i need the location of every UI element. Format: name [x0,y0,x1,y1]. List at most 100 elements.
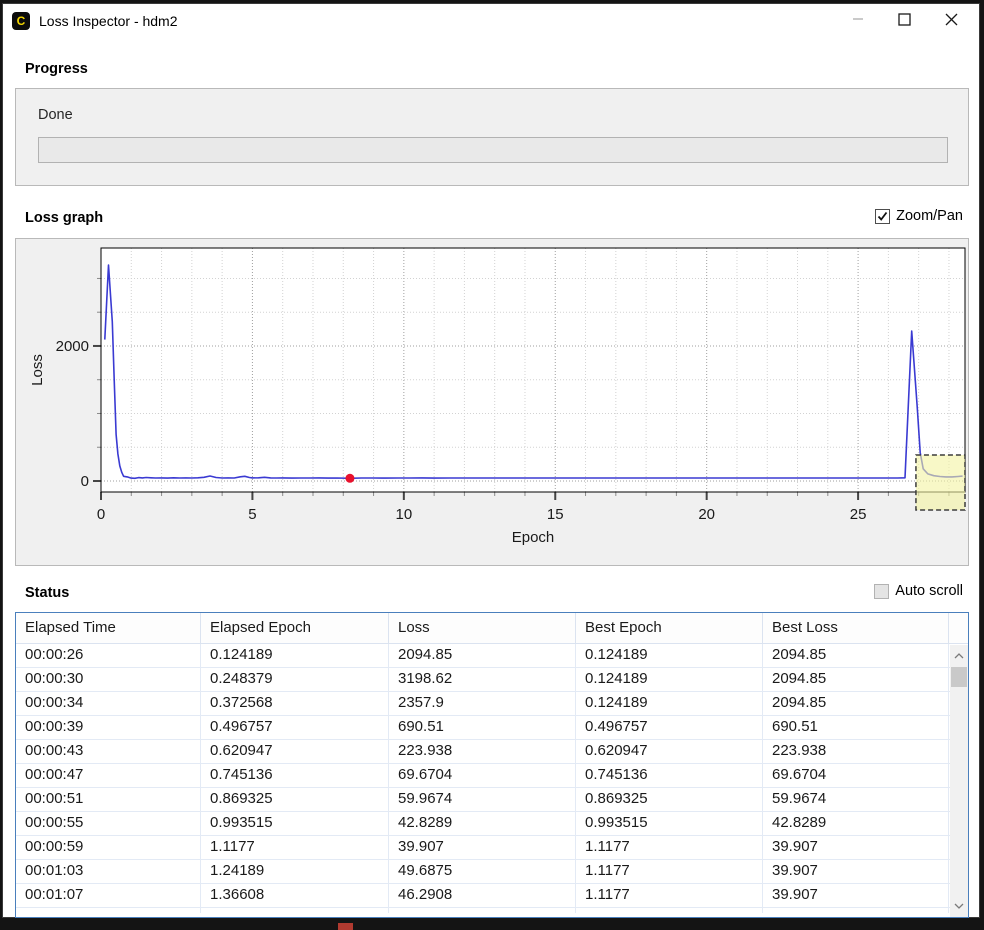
window-title: Loss Inspector - hdm2 [39,4,178,38]
table-cell: 46.2908 [389,884,576,907]
table-row[interactable]: 00:00:510.86932559.96740.86932559.9674 [16,788,968,812]
x-tick-label: 15 [547,506,564,523]
checkbox-unchecked-icon [874,584,889,599]
column-header[interactable]: Elapsed Time [16,613,201,643]
table-cell: 3198.62 [389,668,576,691]
table-cell: 00:00:30 [16,668,201,691]
zoom-pan-label: Zoom/Pan [896,208,963,224]
table-cell: 0.869325 [201,788,389,811]
plot-area [101,248,965,492]
minimize-icon [852,13,864,25]
y-tick-label: 0 [81,473,89,490]
table-cell: 39.907 [763,908,949,913]
maximize-icon [898,13,911,26]
table-cell: 2357.9 [389,692,576,715]
table-cell: 00:01:03 [16,860,201,883]
table-cell: 0.620947 [576,740,763,763]
table-header-row: Elapsed TimeElapsed EpochLossBest EpochB… [16,613,968,644]
table-cell: 00:00:26 [16,644,201,667]
table-row[interactable]: 00:00:591.117739.9071.117739.907 [16,836,968,860]
table-cell: 2094.85 [389,644,576,667]
y-tick-label: 2000 [56,338,89,355]
table-cell: 0.372568 [201,692,389,715]
table-row[interactable]: 00:00:260.1241892094.850.1241892094.85 [16,644,968,668]
loss-graph-panel[interactable]: 051015202502000EpochLoss [15,238,969,566]
progress-section-label: Progress [25,61,88,77]
table-cell: 69.6704 [389,764,576,787]
column-header[interactable]: Elapsed Epoch [201,613,389,643]
table-row[interactable]: 00:00:550.99351542.82890.99351542.8289 [16,812,968,836]
table-cell: 1.1177 [201,836,389,859]
column-header[interactable]: Best Epoch [576,613,763,643]
x-tick-label: 20 [698,506,715,523]
table-cell: 223.938 [763,740,949,763]
auto-scroll-label: Auto scroll [895,583,963,599]
close-icon [945,13,958,26]
progress-status-text: Done [38,107,73,123]
loss-graph-section-label: Loss graph [25,210,103,226]
table-cell: 00:00:51 [16,788,201,811]
best-point-marker [345,474,354,483]
table-cell: 0.869325 [576,788,763,811]
title-bar[interactable]: C Loss Inspector - hdm2 [3,4,979,38]
table-cell: 690.51 [763,716,949,739]
table-cell: 1.1177 [576,860,763,883]
table-cell: 2094.85 [763,644,949,667]
chevron-up-icon [954,653,964,659]
table-cell: 1.36608 [201,884,389,907]
table-row[interactable]: 00:00:300.2483793198.620.1241892094.85 [16,668,968,692]
table-cell: 0.124189 [576,644,763,667]
table-scrollbar[interactable] [950,645,968,917]
table-cell: 69.6704 [763,764,949,787]
table-cell: 1.1177 [576,884,763,907]
table-cell: 00:00:47 [16,764,201,787]
close-button[interactable] [928,4,975,34]
table-row[interactable]: 00:01:111.4902751.91731.117739.907 [16,908,968,913]
minimize-button[interactable] [834,4,881,34]
scroll-down-button[interactable] [950,897,968,915]
table-row[interactable]: 00:00:340.3725682357.90.1241892094.85 [16,692,968,716]
app-window: C Loss Inspector - hdm2 Progress Done Lo… [2,3,980,918]
table-cell: 59.9674 [763,788,949,811]
table-cell: 00:00:55 [16,812,201,835]
table-cell: 00:01:11 [16,908,201,913]
column-header[interactable]: Loss [389,613,576,643]
table-body[interactable]: 00:00:260.1241892094.850.1241892094.8500… [16,644,968,913]
x-tick-label: 10 [395,506,412,523]
table-row[interactable]: 00:01:031.2418949.68751.117739.907 [16,860,968,884]
maximize-button[interactable] [881,4,928,34]
column-header[interactable]: Best Loss [763,613,949,643]
loss-chart[interactable]: 051015202502000EpochLoss [16,239,968,565]
zoom-selection-box[interactable] [916,455,965,510]
table-cell: 39.907 [763,836,949,859]
scroll-up-button[interactable] [950,647,968,665]
table-row[interactable]: 00:01:071.3660846.29081.117739.907 [16,884,968,908]
x-axis-title: Epoch [512,529,555,546]
table-cell: 0.620947 [201,740,389,763]
chevron-down-icon [954,903,964,909]
table-cell: 0.745136 [201,764,389,787]
table-cell: 42.8289 [763,812,949,835]
scrollbar-thumb[interactable] [951,667,967,687]
x-tick-label: 5 [248,506,256,523]
table-cell: 0.124189 [576,668,763,691]
y-axis-title: Loss [29,354,46,386]
table-cell: 223.938 [389,740,576,763]
table-cell: 39.907 [763,884,949,907]
table-cell: 1.1177 [576,836,763,859]
status-table: Elapsed TimeElapsed EpochLossBest EpochB… [15,612,969,918]
x-tick-label: 0 [97,506,105,523]
table-cell: 51.9173 [389,908,576,913]
table-cell: 2094.85 [763,668,949,691]
zoom-pan-checkbox[interactable]: Zoom/Pan [875,208,963,224]
table-row[interactable]: 00:00:430.620947223.9380.620947223.938 [16,740,968,764]
table-cell: 1.1177 [576,908,763,913]
table-row[interactable]: 00:00:390.496757690.510.496757690.51 [16,716,968,740]
table-cell: 0.248379 [201,668,389,691]
table-cell: 0.124189 [576,692,763,715]
table-cell: 00:01:07 [16,884,201,907]
table-cell: 39.907 [763,860,949,883]
auto-scroll-checkbox[interactable]: Auto scroll [874,583,963,599]
background-red-sliver [338,923,353,930]
table-row[interactable]: 00:00:470.74513669.67040.74513669.6704 [16,764,968,788]
